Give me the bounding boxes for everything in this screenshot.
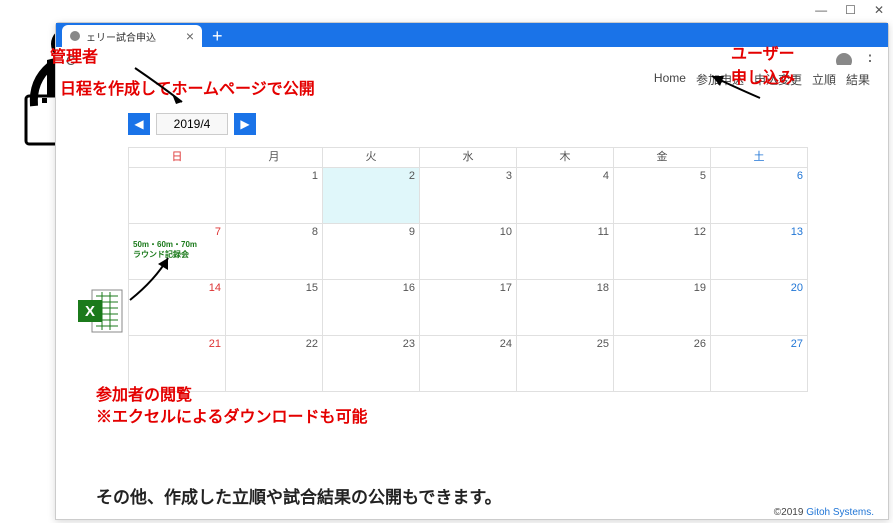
- day-number: 6: [715, 170, 803, 182]
- calendar-cell[interactable]: 12: [614, 224, 711, 280]
- annotation-viewer: 参加者の閲覧: [96, 381, 192, 405]
- footer-link[interactable]: Gitoh Systems.: [806, 507, 874, 518]
- annotation-admin: 管理者: [50, 43, 98, 67]
- day-number: 22: [230, 338, 318, 350]
- prev-month-button[interactable]: ◀: [128, 113, 150, 135]
- svg-text:X: X: [85, 303, 95, 320]
- window-minimize[interactable]: —: [815, 3, 827, 17]
- day-number: 25: [521, 338, 609, 350]
- window-controls: — ☐ ✕: [815, 3, 884, 17]
- day-number: 24: [424, 338, 512, 350]
- calendar-cell[interactable]: 26: [614, 336, 711, 392]
- calendar-cell[interactable]: 7 50m・60m・70m ラウンド記録会: [129, 224, 226, 280]
- day-number: 23: [327, 338, 415, 350]
- month-label: 2019/4: [156, 113, 228, 135]
- annotation-excel: ※エクセルによるダウンロードも可能: [96, 403, 368, 427]
- day-number: 11: [521, 226, 609, 238]
- day-number: 1: [230, 170, 318, 182]
- dow-fri: 金: [614, 148, 711, 168]
- copyright-text: ©2019: [774, 507, 806, 518]
- nav-home[interactable]: Home: [654, 71, 686, 88]
- day-number: 2: [327, 170, 415, 182]
- day-number: 26: [618, 338, 706, 350]
- calendar-cell[interactable]: 22: [226, 336, 323, 392]
- window-close[interactable]: ✕: [874, 3, 884, 17]
- day-number: 14: [133, 282, 221, 294]
- dow-sat: 土: [711, 148, 808, 168]
- calendar-cell[interactable]: 20: [711, 280, 808, 336]
- calendar-grid: 日 月 火 水 木 金 土 123456750m・60m・70m ラウンド記録会…: [128, 147, 808, 392]
- calendar-cell[interactable]: 2: [323, 168, 420, 224]
- calendar-header-row: 日 月 火 水 木 金 土: [129, 148, 808, 168]
- calendar-row: 21 22 23 24 25 26 27: [129, 336, 808, 392]
- day-number: 8: [230, 226, 318, 238]
- calendar-cell[interactable]: 10: [420, 224, 517, 280]
- calendar-cell[interactable]: 18: [517, 280, 614, 336]
- footer: ©2019 Gitoh Systems.: [774, 507, 874, 518]
- excel-icon: X: [78, 288, 124, 334]
- day-number: 10: [424, 226, 512, 238]
- day-number: 9: [327, 226, 415, 238]
- day-number: 12: [618, 226, 706, 238]
- day-number: 17: [424, 282, 512, 294]
- next-month-button[interactable]: ▶: [234, 113, 256, 135]
- calendar-row: 123456: [129, 168, 808, 224]
- day-number: 3: [424, 170, 512, 182]
- day-number: 4: [521, 170, 609, 182]
- calendar-cell[interactable]: 25: [517, 336, 614, 392]
- calendar-cell[interactable]: 3: [420, 168, 517, 224]
- page-content: Home 参加申込 申込変更 立順 結果 ◀ 2019/4 ▶ 日 月 火 水 …: [56, 65, 888, 519]
- dow-wed: 水: [420, 148, 517, 168]
- day-number: 19: [618, 282, 706, 294]
- calendar-cell[interactable]: [129, 168, 226, 224]
- calendar-cell[interactable]: 4: [517, 168, 614, 224]
- calendar-cell[interactable]: 17: [420, 280, 517, 336]
- calendar-cell[interactable]: 9: [323, 224, 420, 280]
- calendar-event[interactable]: 50m・60m・70m ラウンド記録会: [133, 240, 221, 259]
- dow-tue: 火: [323, 148, 420, 168]
- calendar-cell[interactable]: 15: [226, 280, 323, 336]
- calendar-cell[interactable]: 27: [711, 336, 808, 392]
- day-number: 5: [618, 170, 706, 182]
- day-number: 20: [715, 282, 803, 294]
- calendar-cell[interactable]: 11: [517, 224, 614, 280]
- day-number: 7: [133, 226, 221, 238]
- annotation-other: その他、作成した立順や試合結果の公開もできます。: [96, 483, 502, 508]
- calendar-cell[interactable]: 19: [614, 280, 711, 336]
- nav-order[interactable]: 立順: [812, 71, 836, 88]
- day-number: 18: [521, 282, 609, 294]
- calendar-cell[interactable]: 24: [420, 336, 517, 392]
- calendar-cell[interactable]: 1: [226, 168, 323, 224]
- new-tab-button[interactable]: +: [202, 26, 233, 47]
- annotation-publish: 日程を作成してホームページで公開: [60, 75, 315, 99]
- month-navigator: ◀ 2019/4 ▶: [128, 113, 256, 135]
- calendar-row: 7 50m・60m・70m ラウンド記録会 89 10 11 12 13: [129, 224, 808, 280]
- calendar-cell[interactable]: 23: [323, 336, 420, 392]
- calendar-cell[interactable]: 14: [129, 280, 226, 336]
- day-number: 27: [715, 338, 803, 350]
- window-maximize[interactable]: ☐: [845, 3, 856, 17]
- tab-close-icon[interactable]: ×: [186, 28, 194, 44]
- calendar-body: 123456750m・60m・70m ラウンド記録会89101112131415…: [129, 168, 808, 392]
- tab-title: ェリー試合申込: [86, 29, 156, 44]
- day-number: 21: [133, 338, 221, 350]
- calendar-cell[interactable]: 5: [614, 168, 711, 224]
- dow-sun: 日: [129, 148, 226, 168]
- dow-thu: 木: [517, 148, 614, 168]
- day-number: 15: [230, 282, 318, 294]
- day-number: 16: [327, 282, 415, 294]
- calendar-cell[interactable]: 8: [226, 224, 323, 280]
- calendar-cell[interactable]: 6: [711, 168, 808, 224]
- nav-result[interactable]: 結果: [846, 71, 870, 88]
- calendar-row: 14 15 16 17 18 19 20: [129, 280, 808, 336]
- calendar-cell[interactable]: 13: [711, 224, 808, 280]
- dow-mon: 月: [226, 148, 323, 168]
- tab-favicon: [70, 31, 80, 41]
- annotation-user: ユーザー 申し込み: [731, 40, 795, 88]
- day-number: 13: [715, 226, 803, 238]
- calendar-cell[interactable]: 16: [323, 280, 420, 336]
